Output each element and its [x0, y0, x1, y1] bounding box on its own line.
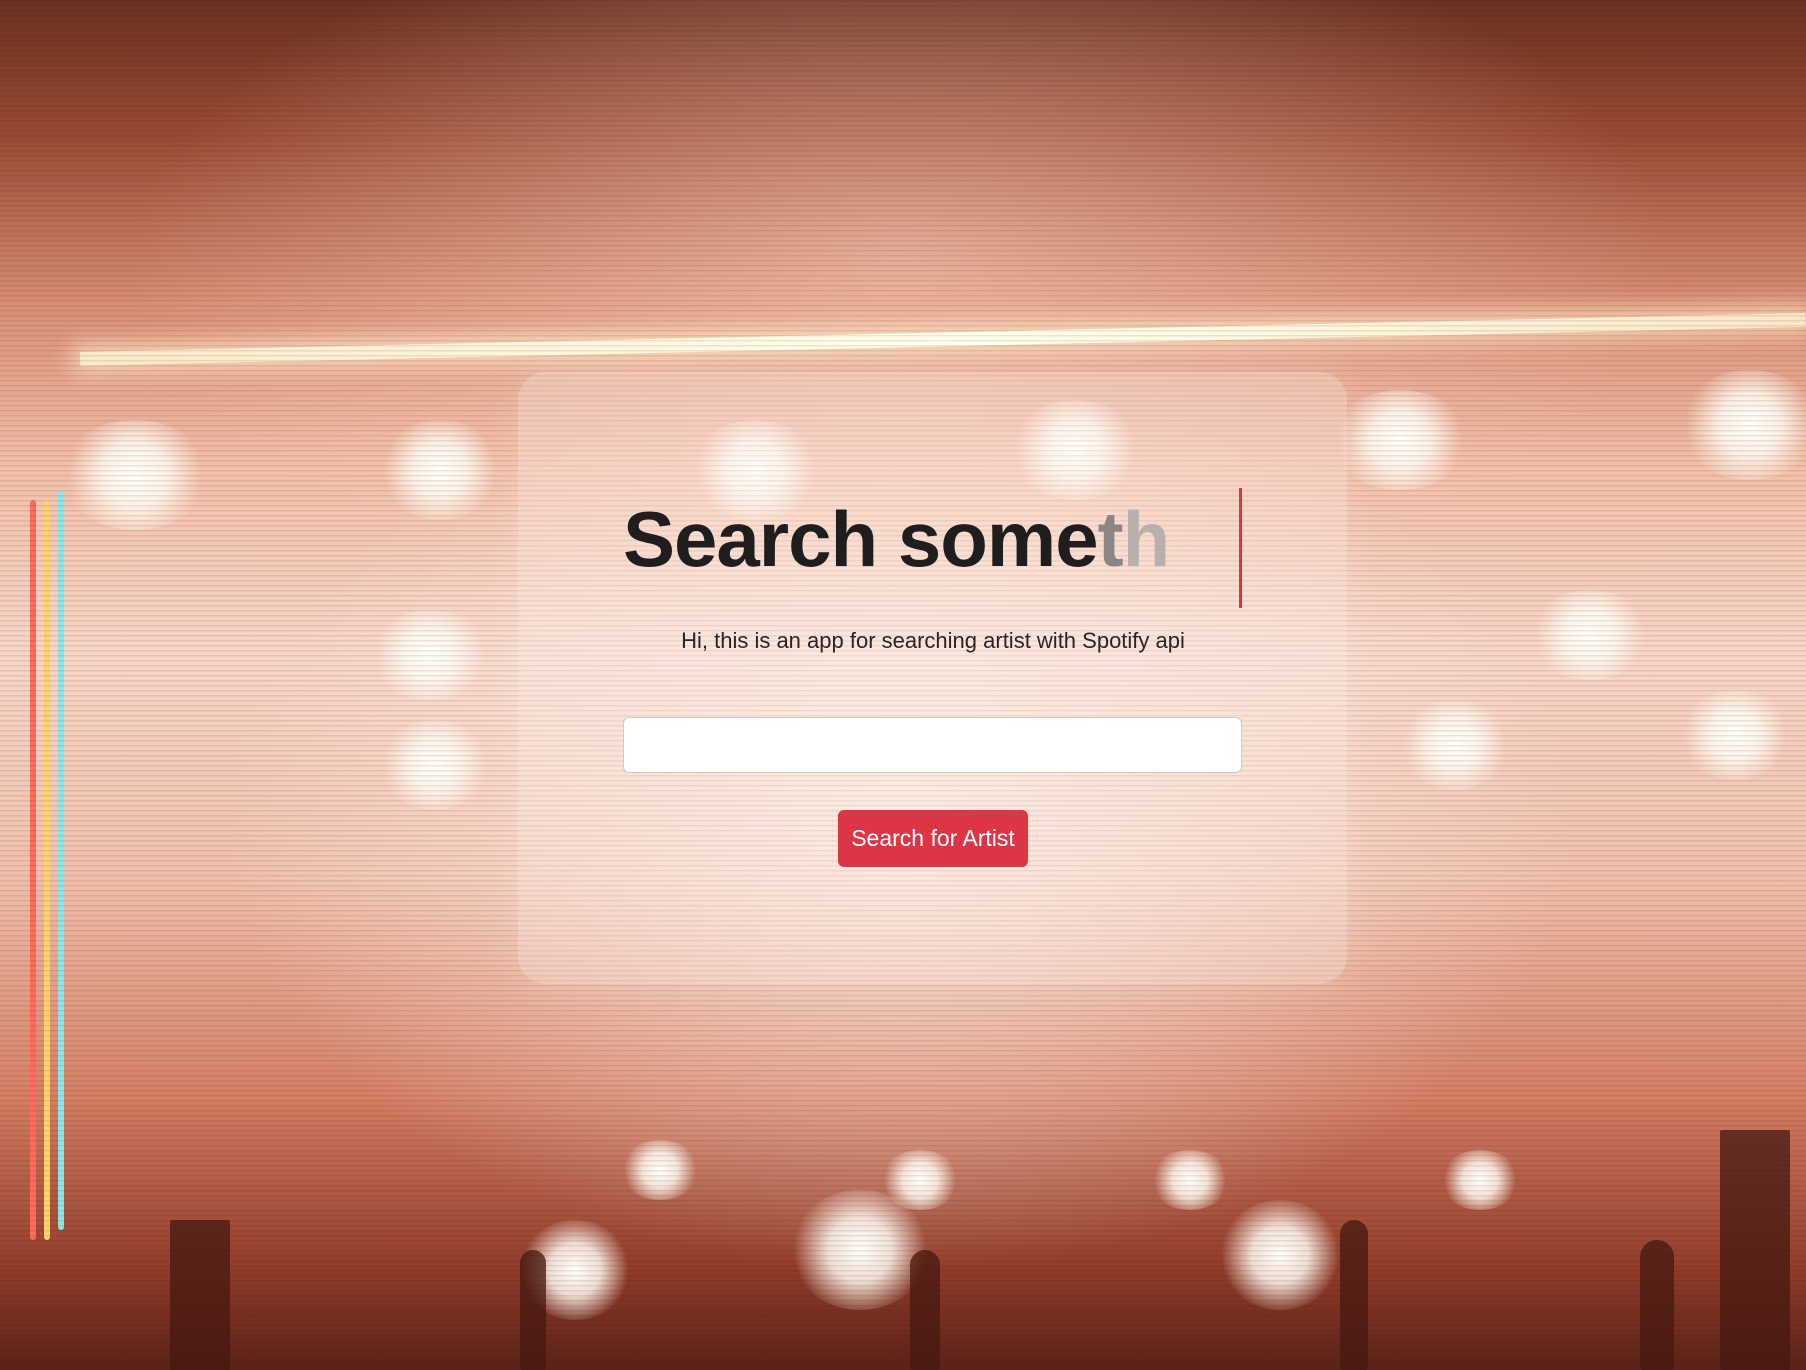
stage-spotlight: [1220, 1200, 1340, 1310]
stage-spotlight: [380, 420, 500, 520]
performer-silhouette: [1640, 1240, 1674, 1370]
stage-spotlight: [1150, 1150, 1230, 1210]
artist-search-input[interactable]: [623, 717, 1242, 773]
performer-silhouette: [1340, 1220, 1368, 1370]
typing-cursor: [1239, 488, 1242, 608]
amp-stack: [170, 1220, 230, 1370]
headline-fading-char: h: [1122, 495, 1171, 583]
neon-strip: [44, 500, 50, 1240]
headline-fading-char: t: [1097, 495, 1124, 583]
stage-spotlight: [60, 420, 210, 530]
stage-spotlight: [1680, 690, 1790, 780]
page-title: Search someth: [623, 500, 1170, 578]
page-subtitle: Hi, this is an app for searching artist …: [681, 628, 1185, 653]
stage-light-bar: [79, 312, 1806, 366]
stage-spotlight: [790, 1190, 930, 1310]
stage-spotlight: [620, 1140, 700, 1200]
neon-strip: [30, 500, 36, 1240]
stage-spotlight: [1400, 700, 1510, 790]
page-root: Search someth Hi, this is an app for sea…: [0, 0, 1806, 1370]
performer-silhouette: [520, 1250, 546, 1370]
neon-strip: [58, 490, 64, 1230]
performer-silhouette: [910, 1250, 940, 1370]
stage-spotlight: [1440, 1150, 1520, 1210]
stage-spotlight: [1680, 370, 1806, 480]
amp-stack: [1720, 1130, 1790, 1370]
stage-spotlight: [380, 720, 490, 810]
search-card: [518, 372, 1347, 984]
headline-solid-text: Search some: [623, 495, 1099, 583]
stage-spotlight: [1330, 390, 1470, 490]
search-for-artist-button[interactable]: Search for Artist: [838, 810, 1028, 867]
